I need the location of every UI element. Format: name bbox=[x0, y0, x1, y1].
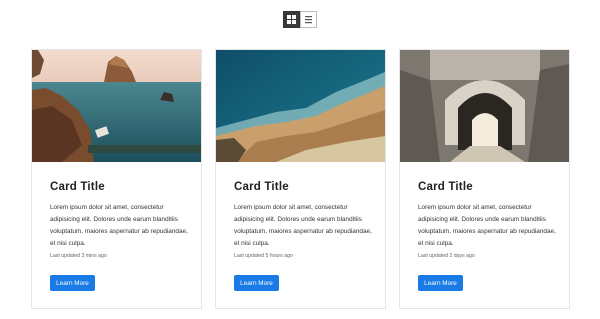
view-toggle bbox=[283, 11, 317, 28]
stone-tunnel-image bbox=[400, 50, 569, 162]
card-grid: Card Title Lorem ipsum dolor sit amet, c… bbox=[31, 49, 570, 309]
coastal-rocks-image bbox=[32, 50, 201, 162]
card: Card Title Lorem ipsum dolor sit amet, c… bbox=[31, 49, 202, 309]
card: Card Title Lorem ipsum dolor sit amet, c… bbox=[399, 49, 570, 309]
card-text: Lorem ipsum dolor sit amet, consectetur … bbox=[234, 204, 372, 247]
card-text: Lorem ipsum dolor sit amet, consectetur … bbox=[50, 204, 188, 247]
card-title: Card Title bbox=[50, 181, 105, 193]
learn-more-button[interactable]: Learn More bbox=[234, 275, 279, 291]
card-title: Card Title bbox=[234, 181, 289, 193]
card-updated-text: Last updated 2 days ago bbox=[418, 253, 475, 259]
ocean-cliff-image bbox=[216, 50, 385, 162]
learn-more-button[interactable]: Learn More bbox=[50, 275, 95, 291]
card-text: Lorem ipsum dolor sit amet, consectetur … bbox=[418, 204, 556, 247]
list-icon bbox=[305, 16, 312, 24]
card-updated-text: Last updated 5 hours ago bbox=[234, 253, 293, 259]
list-view-button[interactable] bbox=[300, 11, 317, 28]
grid-icon bbox=[287, 15, 296, 24]
learn-more-button[interactable]: Learn More bbox=[418, 275, 463, 291]
grid-view-button[interactable] bbox=[283, 11, 300, 28]
card: Card Title Lorem ipsum dolor sit amet, c… bbox=[215, 49, 386, 309]
card-updated-text: Last updated 3 mins ago bbox=[50, 253, 107, 259]
card-title: Card Title bbox=[418, 181, 473, 193]
